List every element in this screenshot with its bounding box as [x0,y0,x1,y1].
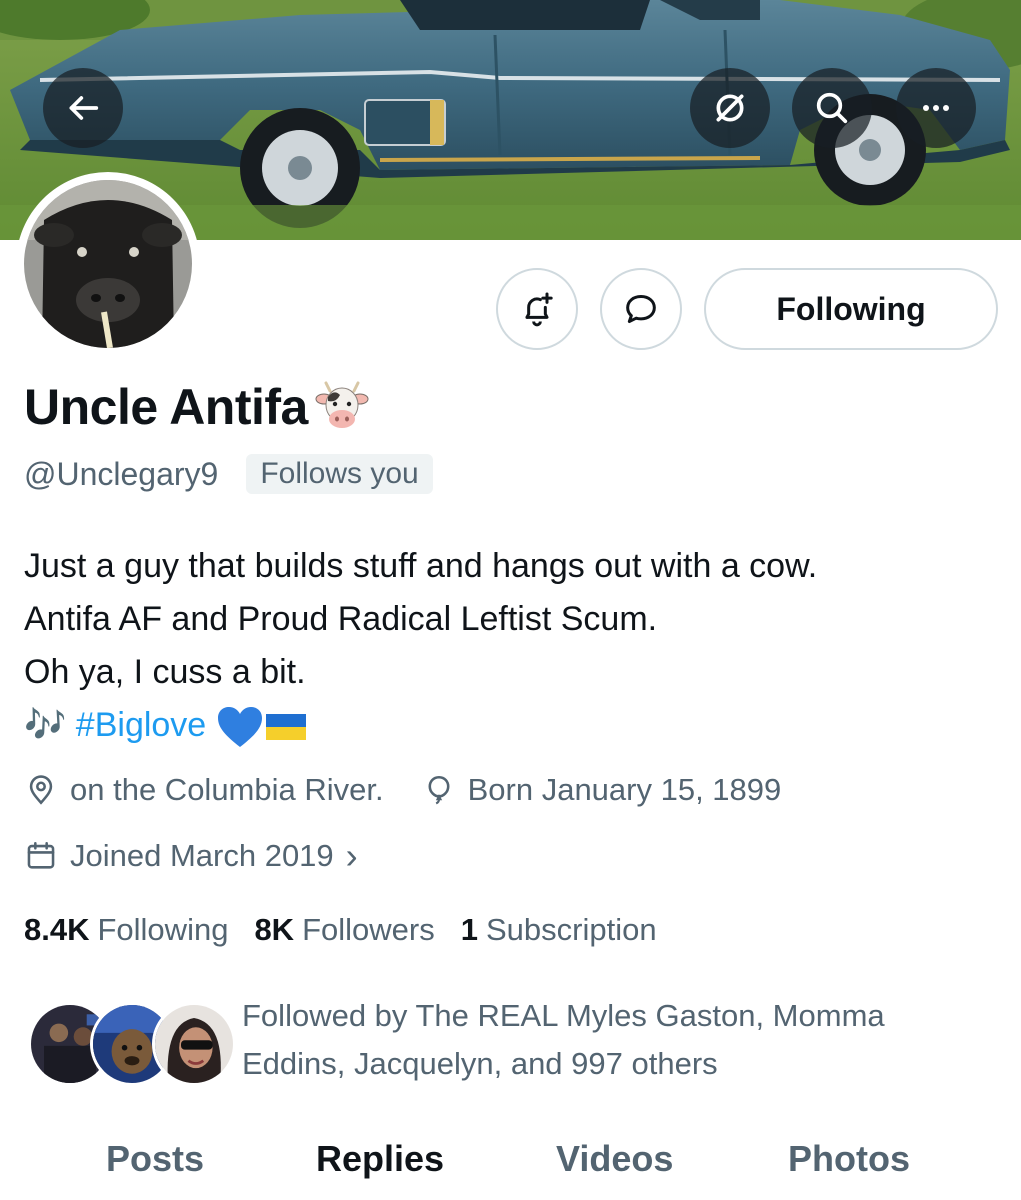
ukraine-flag-icon [265,714,306,741]
calendar-icon [27,841,55,869]
handle-row: @Unclegary9 Follows you [24,454,433,494]
search-icon [816,92,848,124]
display-name: Uncle Antifa [24,379,308,435]
tab-replies[interactable]: Replies [316,1138,444,1180]
balloon-icon [428,775,450,805]
avatar-cow-image [24,180,192,348]
follower-avatar-3 [152,1002,236,1086]
subscription-stat[interactable]: 1 Subscription [461,912,657,948]
notifications-button[interactable] [496,268,578,350]
subscription-count: 1 [460,912,478,947]
hashtag-link[interactable]: #Biglove [76,706,206,744]
following-label: Following [97,912,229,947]
followed-by-text[interactable]: Followed by The REAL Myles Gaston, Momma… [242,992,982,1088]
bell-plus-icon [525,292,553,327]
chevron-right-icon: › [345,835,358,876]
following-stat[interactable]: 8.4K Following [24,912,228,948]
back-button[interactable] [43,68,123,148]
more-button[interactable] [896,68,976,148]
location-pin-icon [29,775,53,805]
joined-text: Joined March 2019 [70,838,334,873]
bio-line-3: Oh ya, I cuss a bit. [24,653,306,691]
tab-photos[interactable]: Photos [788,1138,910,1180]
name-row: Uncle Antifa [24,378,370,436]
profile-tabs: Posts Replies Videos Photos [0,1130,1021,1200]
followed-by-avatars[interactable] [28,1002,236,1086]
blue-heart-emoji-icon [217,707,262,748]
message-button[interactable] [600,268,682,350]
user-handle: @Unclegary9 [24,455,219,492]
follower-avatar-image [155,1005,233,1083]
following-count: 8.4K [24,912,90,947]
birthday-text: Born January 15, 1899 [467,772,782,807]
location-item: on the Columbia River. [24,772,384,808]
birthday-item: Born January 15, 1899 [422,772,782,808]
search-button[interactable] [792,68,872,148]
joined-item[interactable]: Joined March 2019 › [24,838,358,874]
follows-you-badge: Follows you [246,454,433,494]
tab-videos[interactable]: Videos [556,1138,673,1180]
slashed-circle-icon [716,94,744,122]
message-bubble-icon [626,295,656,323]
followers-stat[interactable]: 8K Followers [254,912,434,948]
bio-line-2: Antifa AF and Proud Radical Leftist Scum… [24,600,658,638]
more-horizontal-icon [923,105,949,111]
profile-bio: Just a guy that builds stuff and hangs o… [24,540,1004,752]
music-notes-emoji: 🎶 [24,706,67,744]
grok-button[interactable] [690,68,770,148]
following-button[interactable]: Following [704,268,998,350]
tab-posts[interactable]: Posts [106,1138,204,1180]
cow-emoji-icon [315,381,369,428]
bio-line-1: Just a guy that builds stuff and hangs o… [24,547,818,585]
profile-meta-row-2: Joined March 2019 › [24,838,358,874]
followers-count: 8K [254,912,295,947]
location-text: on the Columbia River. [70,772,384,807]
profile-stats: 8.4K Following 8K Followers 1 Subscription [24,912,683,948]
subscription-label: Subscription [485,912,657,947]
followers-label: Followers [302,912,435,947]
arrow-left-icon [69,96,99,120]
bio-line-4: 🎶 #Biglove [24,699,1004,752]
profile-meta-row-1: on the Columbia River. Born January 15, … [24,772,781,808]
profile-avatar[interactable] [16,172,200,356]
